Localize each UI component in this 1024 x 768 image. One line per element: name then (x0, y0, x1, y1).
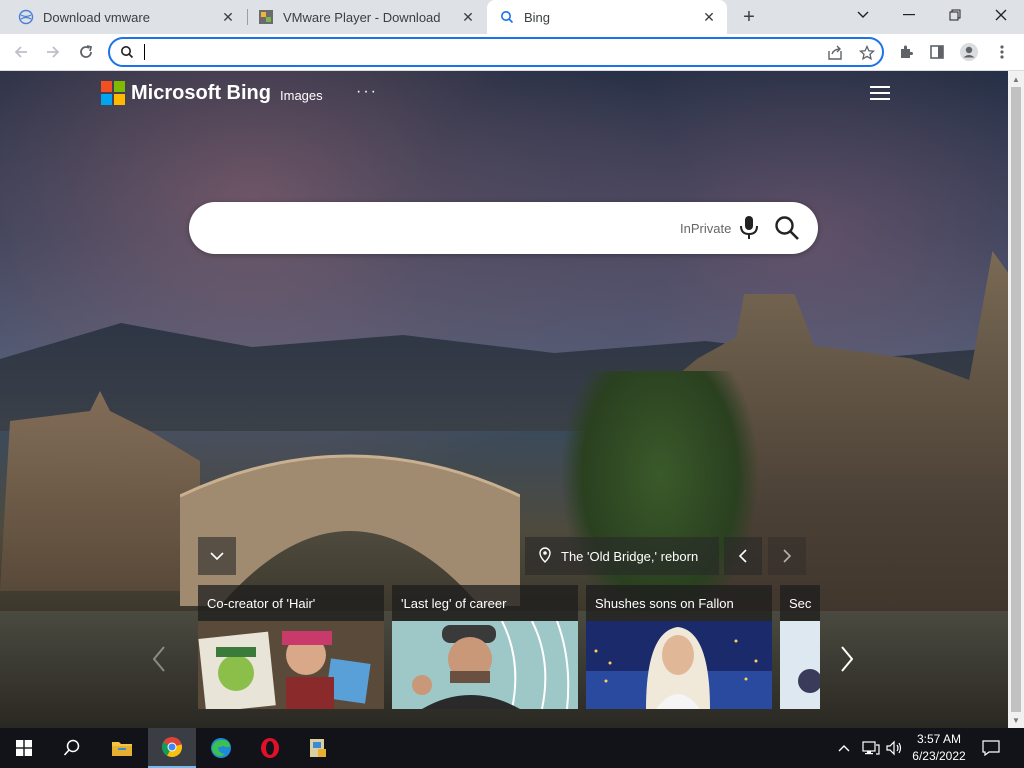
nav-more-button[interactable]: ··· (356, 83, 378, 101)
search-icon[interactable] (774, 215, 800, 241)
tab-strip: Download vmware ✕ VMware Player - Downlo… (0, 0, 1024, 34)
clock-time: 3:57 AM (916, 732, 962, 746)
news-card-image (392, 621, 578, 709)
opera-icon (261, 738, 279, 758)
carousel-next-button[interactable] (834, 639, 860, 679)
system-clock[interactable]: 3:57 AM 6/23/2022 (905, 731, 973, 765)
logo-text: Microsoft Bing (131, 81, 271, 104)
search-icon (120, 45, 134, 64)
scroll-down-arrow-icon[interactable]: ▼ (1008, 712, 1024, 728)
vmware-icon (258, 9, 274, 25)
clock-date: 6/23/2022 (912, 749, 966, 763)
windows-taskbar: 3:57 AM 6/23/2022 (0, 728, 1024, 768)
profile-avatar-icon[interactable] (958, 41, 980, 63)
chevron-right-icon (783, 549, 791, 563)
search-icon (499, 9, 515, 25)
news-card-title: Shushes sons on Fallon (595, 596, 734, 611)
windows-logo-icon (16, 740, 32, 756)
start-button[interactable] (0, 728, 48, 768)
previous-image-button[interactable] (724, 537, 762, 575)
volume-icon[interactable] (886, 728, 904, 768)
news-card-image (780, 621, 820, 709)
restore-button[interactable] (932, 0, 978, 30)
back-button[interactable] (8, 39, 34, 65)
new-tab-button[interactable]: + (738, 6, 760, 28)
reload-button[interactable] (73, 39, 99, 65)
address-input[interactable] (142, 43, 782, 61)
vertical-scrollbar[interactable]: ▲ ▼ (1008, 71, 1024, 728)
taskbar-opera[interactable] (246, 728, 294, 768)
text-caret (144, 44, 145, 60)
chevron-left-icon (153, 646, 165, 672)
tab-vmware-player[interactable]: VMware Player - Download ✕ (248, 0, 486, 34)
bookmark-star-icon[interactable] (858, 44, 876, 62)
chevron-down-icon (210, 552, 224, 560)
edge-icon (211, 738, 231, 758)
inprivate-label[interactable]: InPrivate (680, 221, 731, 236)
edge-globe-icon (18, 9, 34, 25)
news-card[interactable]: Shushes sons on Fallon (586, 585, 772, 709)
folder-icon (112, 742, 132, 756)
tab-search-chevron-icon[interactable] (840, 0, 886, 30)
news-card-title: 'Last leg' of career (401, 596, 507, 611)
show-hidden-icons-button[interactable] (838, 728, 850, 768)
forward-button[interactable] (40, 39, 66, 65)
collapse-feed-button[interactable] (198, 537, 236, 575)
microsoft-logo-icon (101, 81, 125, 105)
microsoft-bing-logo[interactable]: Microsoft Bing (101, 81, 271, 105)
share-icon[interactable] (826, 44, 844, 62)
tab-bing[interactable]: Bing ✕ (487, 0, 727, 34)
taskbar-search-button[interactable] (48, 728, 96, 768)
news-card[interactable]: Sec (780, 585, 820, 709)
search-icon (63, 739, 80, 756)
news-card-title: Co-creator of 'Hair' (207, 596, 316, 611)
carousel-previous-button[interactable] (146, 639, 172, 679)
microphone-icon[interactable] (738, 215, 760, 241)
close-window-button[interactable] (978, 0, 1024, 30)
menu-kebab-icon[interactable] (991, 41, 1013, 63)
chevron-up-icon (838, 745, 850, 752)
chevron-right-icon (841, 646, 853, 672)
background-bridge (180, 454, 520, 606)
taskbar-edge[interactable] (197, 728, 245, 768)
scroll-up-arrow-icon[interactable]: ▲ (1008, 71, 1024, 87)
tab-title: Bing (524, 9, 551, 25)
close-icon[interactable]: ✕ (458, 7, 478, 27)
news-card[interactable]: Co-creator of 'Hair' (198, 585, 384, 709)
tab-title: VMware Player - Download (283, 9, 441, 25)
network-icon[interactable] (862, 728, 880, 768)
chrome-icon (161, 737, 183, 758)
image-info-text: The 'Old Bridge,' reborn (561, 548, 699, 564)
taskbar-chrome[interactable] (148, 728, 196, 768)
close-icon[interactable]: ✕ (699, 7, 719, 27)
nav-images-link[interactable]: Images (280, 88, 323, 103)
extensions-icon[interactable] (895, 41, 917, 63)
next-image-button[interactable] (768, 537, 806, 575)
close-icon[interactable]: ✕ (218, 7, 238, 27)
address-bar[interactable] (108, 37, 884, 67)
tab-download-vmware[interactable]: Download vmware ✕ (0, 0, 246, 34)
browser-toolbar (0, 34, 1024, 71)
bing-search-input[interactable] (209, 216, 669, 240)
news-card[interactable]: 'Last leg' of career (392, 585, 578, 709)
news-card-image (586, 621, 772, 709)
taskbar-file-explorer[interactable] (98, 728, 146, 768)
taskbar-installer[interactable] (294, 728, 342, 768)
minimize-button[interactable] (886, 0, 932, 30)
bing-homepage: Microsoft Bing Images ··· InPrivate The … (0, 71, 1008, 728)
bing-search-box[interactable]: InPrivate (189, 202, 818, 254)
action-center-icon[interactable] (982, 728, 1000, 768)
tab-title: Download vmware (43, 9, 150, 25)
hamburger-menu-icon[interactable] (870, 85, 890, 101)
chevron-left-icon (739, 549, 747, 563)
image-info-link[interactable]: The 'Old Bridge,' reborn (525, 537, 719, 575)
installer-icon (310, 739, 326, 757)
location-pin-icon (539, 546, 551, 566)
news-card-title: Sec (789, 596, 812, 611)
side-panel-icon[interactable] (926, 41, 948, 63)
scrollbar-thumb[interactable] (1011, 87, 1021, 712)
news-card-image (198, 621, 384, 709)
